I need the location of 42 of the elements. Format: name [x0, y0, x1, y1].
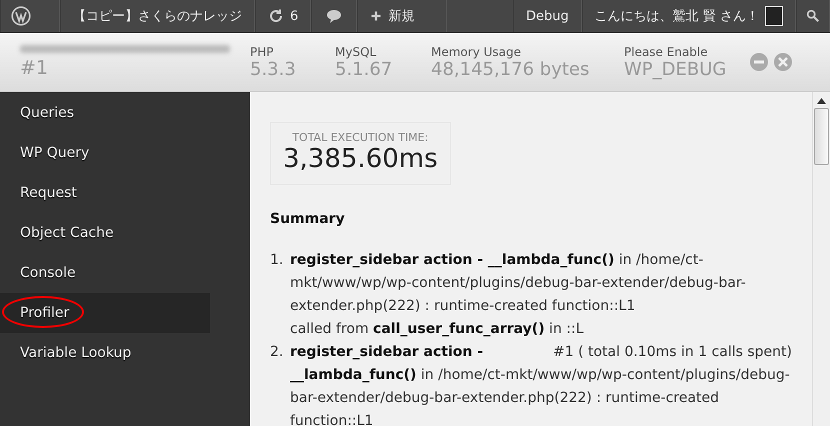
wordpress-logo-button[interactable]: [0, 0, 60, 32]
list-number: 2.: [270, 343, 284, 362]
list-number: 1.: [270, 251, 284, 270]
sidebar-item[interactable]: WP Query: [0, 133, 210, 173]
stat-label: Memory Usage: [431, 44, 522, 58]
scrollbar-thumb[interactable]: [814, 108, 829, 165]
section-title: Summary: [270, 211, 346, 227]
timer-value: 3,385.60ms: [283, 144, 438, 174]
stat-value: WP_DEBUG: [624, 58, 728, 80]
new-button[interactable]: 新規: [357, 0, 448, 32]
stat-label: PHP: [250, 44, 274, 58]
timer-label: TOTAL EXECUTION TIME:: [292, 131, 428, 144]
search-icon: [806, 9, 820, 23]
avatar: [765, 6, 783, 26]
scroll-up-icon[interactable]: [817, 98, 826, 104]
wordpress-logo-icon: [11, 6, 31, 26]
toolbar-link[interactable]: 【コピー】さくらのナレッジ: [60, 0, 255, 32]
stat-value: 48,145,176 bytes: [431, 58, 590, 80]
comments-button[interactable]: [311, 0, 358, 32]
stat-value: 5.3.3: [250, 58, 297, 80]
sidebar-item[interactable]: Profiler: [0, 293, 210, 333]
stat-label: Please Enable: [624, 44, 709, 58]
entry-text: __lambda_func() in /home/ct-mkt/www/wp/wp-content/plugins/debug-bar-extender/debug-bar-extender.php(222) : runtime-created function::L1: [290, 366, 791, 426]
entry-text: called from call_user_func_array() in ::L: [290, 320, 585, 339]
sidebar-item[interactable]: Request: [0, 173, 210, 213]
site-id: #1: [20, 57, 50, 79]
sidebar-item[interactable]: Variable Lookup: [0, 333, 210, 373]
updates-button[interactable]: 6: [255, 0, 312, 32]
sidebar-item[interactable]: Console: [0, 253, 210, 293]
search-button[interactable]: [796, 0, 830, 32]
speech-bubble-icon: [326, 8, 342, 24]
entry-total: #1 ( total 0.10ms in 1 calls spent): [552, 343, 792, 362]
plus-icon: [370, 10, 382, 22]
sidebar-item[interactable]: Object Cache: [0, 213, 210, 253]
stat-value: 5.1.67: [335, 58, 394, 80]
scrollbar[interactable]: [812, 92, 830, 426]
sidebar-item[interactable]: Queries: [0, 93, 210, 133]
entry-heading: register_sidebar action -: [290, 343, 484, 362]
account-menu[interactable]: こんにちは、鷲北 賢 さん！: [582, 0, 796, 32]
stat-label: MySQL: [335, 44, 378, 58]
refresh-icon: [268, 8, 284, 24]
toolbar-link[interactable]: Debug: [512, 0, 582, 32]
